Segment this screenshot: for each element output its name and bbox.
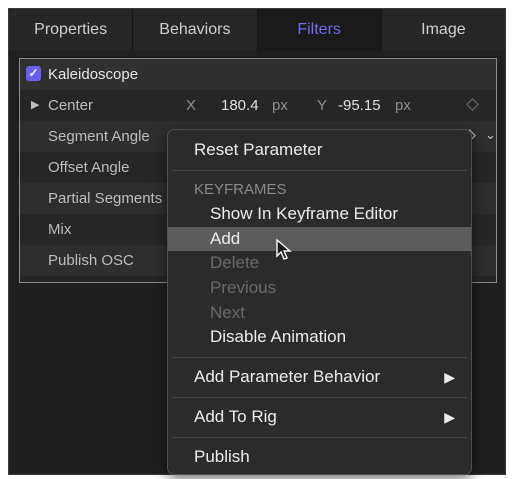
submenu-arrow-icon: ▶ bbox=[444, 409, 455, 425]
menu-item-add-parameter-behavior[interactable]: Add Parameter Behavior ▶ bbox=[168, 365, 471, 389]
tab-image[interactable]: Image bbox=[381, 9, 505, 51]
tab-behaviors[interactable]: Behaviors bbox=[133, 9, 258, 51]
menu-item-delete: Delete bbox=[210, 253, 260, 272]
menu-section-keyframes: KEYFRAMES bbox=[194, 181, 287, 198]
y-unit: px bbox=[395, 97, 411, 114]
filter-enabled-checkbox[interactable]: ✓ bbox=[26, 66, 41, 81]
param-row-center: ▶ Center X 180.4 px Y -95.15 px bbox=[20, 90, 496, 121]
tab-properties[interactable]: Properties bbox=[9, 9, 134, 51]
menu-item-add-to-rig[interactable]: Add To Rig ▶ bbox=[168, 405, 471, 429]
disclosure-triangle-icon[interactable]: ▶ bbox=[31, 98, 39, 111]
submenu-arrow-icon: ▶ bbox=[444, 369, 455, 385]
param-label: Segment Angle bbox=[48, 128, 150, 145]
param-label: Partial Segments bbox=[48, 190, 163, 207]
filter-header-row: ✓ Kaleidoscope bbox=[20, 59, 496, 90]
inspector-tabs: Properties Behaviors Filters Image bbox=[9, 9, 505, 51]
menu-separator bbox=[172, 170, 467, 171]
menu-item-reset-parameter[interactable]: Reset Parameter bbox=[168, 138, 471, 162]
context-menu: Reset Parameter KEYFRAMES Show In Keyfra… bbox=[167, 129, 472, 475]
center-x-value[interactable]: 180.4 bbox=[221, 97, 259, 114]
param-label: Offset Angle bbox=[48, 159, 130, 176]
keyframe-icon[interactable] bbox=[466, 98, 479, 111]
menu-item-disable-animation[interactable]: Disable Animation bbox=[168, 325, 471, 349]
tab-filters[interactable]: Filters bbox=[257, 9, 382, 51]
center-y-value[interactable]: -95.15 bbox=[338, 97, 381, 114]
menu-separator bbox=[172, 397, 467, 398]
menu-item-show-in-keyframe-editor[interactable]: Show In Keyframe Editor bbox=[168, 202, 471, 226]
param-label: Center bbox=[48, 97, 94, 114]
menu-item-publish[interactable]: Publish bbox=[168, 445, 471, 469]
param-label: Mix bbox=[48, 221, 72, 238]
filter-name: Kaleidoscope bbox=[48, 66, 139, 83]
menu-item-add[interactable]: Add bbox=[168, 227, 471, 251]
menu-separator bbox=[172, 357, 467, 358]
x-unit: px bbox=[272, 97, 288, 114]
menu-item-next: Next bbox=[210, 303, 245, 322]
chevron-down-icon[interactable]: ⌄ bbox=[485, 127, 496, 143]
menu-item-previous: Previous bbox=[210, 278, 277, 297]
x-label: X bbox=[186, 97, 197, 114]
mouse-pointer-icon bbox=[276, 239, 292, 260]
menu-separator bbox=[172, 437, 467, 438]
param-label: Publish OSC bbox=[48, 252, 134, 269]
y-label: Y bbox=[317, 97, 328, 114]
